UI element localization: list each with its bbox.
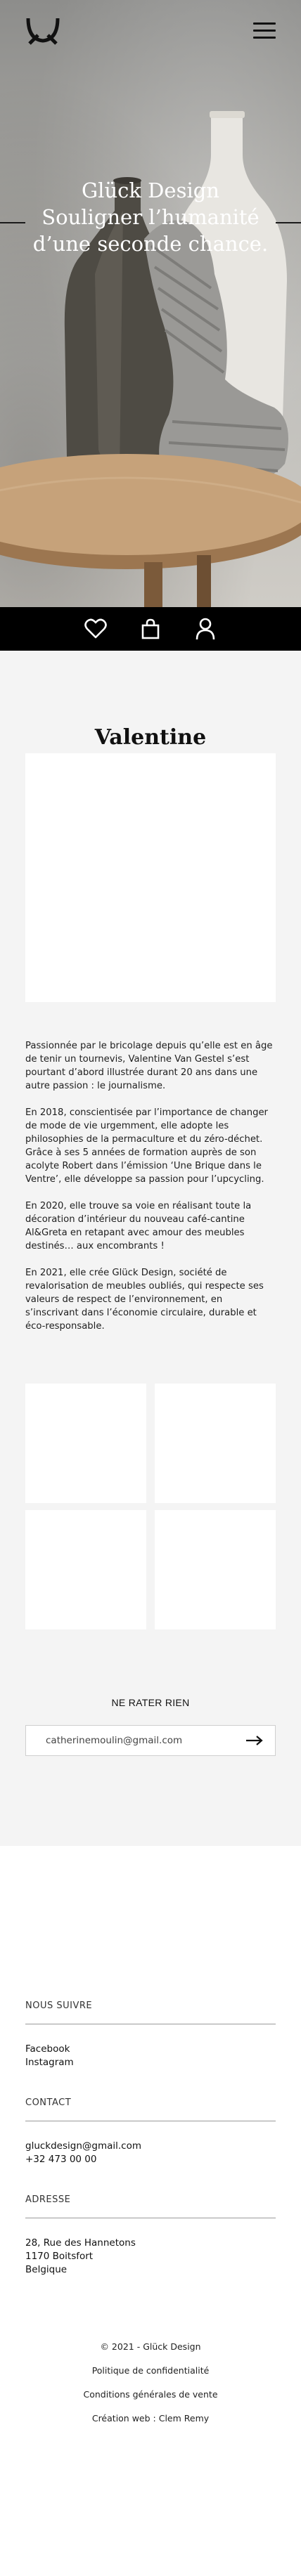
arrow-right-icon[interactable]	[244, 1733, 265, 1748]
gallery-image[interactable]	[155, 1384, 276, 1503]
footer-follow-heading: NOUS SUIVRE	[25, 2001, 276, 2024]
heart-icon[interactable]	[83, 616, 108, 642]
newsletter-title: NE RATER RIEN	[111, 1697, 190, 1708]
hamburger-menu-icon[interactable]	[253, 22, 276, 39]
phone-link[interactable]: +32 473 00 00	[25, 2153, 276, 2166]
address-line: Belgique	[25, 2264, 68, 2275]
footer-address-heading: ADRESSE	[25, 2194, 276, 2218]
about-title: Valentine	[94, 725, 207, 750]
terms-link[interactable]: Conditions générales de vente	[83, 2389, 217, 2400]
footer-address: ADRESSE 28, Rue des Hannetons 1170 Boits…	[25, 2194, 276, 2277]
bio-paragraph: Passionnée par le bricolage depuis qu’el…	[25, 1041, 273, 1091]
menu-bar	[253, 22, 276, 25]
image-gallery	[25, 1384, 276, 1629]
shopping-bag-icon[interactable]	[138, 616, 163, 642]
newsletter-section: NE RATER RIEN	[25, 1697, 276, 1756]
address-line: 1170 Boitsfort	[25, 2251, 94, 2262]
bio-text: Passionnée par le bricolage depuis qu’el…	[25, 1039, 276, 1333]
user-icon[interactable]	[193, 616, 218, 642]
gluck-logo[interactable]	[25, 15, 60, 46]
menu-bar	[253, 37, 276, 39]
icon-toolbar	[0, 607, 301, 651]
bio-paragraph: En 2021, elle crée Glück Design, société…	[25, 1268, 264, 1332]
footer: NOUS SUIVRE Facebook Instagram CONTACT g…	[0, 1846, 301, 2576]
hero-title-line-2: Souligner l’humanité	[41, 205, 260, 229]
portrait-image	[25, 753, 276, 1002]
footer-contact-heading: CONTACT	[25, 2097, 276, 2121]
newsletter-form	[25, 1725, 276, 1756]
privacy-policy-link[interactable]: Politique de confidentialité	[92, 2365, 210, 2376]
gallery-image[interactable]	[25, 1510, 146, 1629]
footer-follow: NOUS SUIVRE Facebook Instagram	[25, 2001, 276, 2069]
bio-paragraph: En 2018, conscientisée par l’importance …	[25, 1107, 268, 1185]
footer-legal: © 2021 - Glück Design Politique de confi…	[25, 2340, 276, 2425]
hero-section: Glück Design Souligner l’humanité d’une …	[0, 0, 301, 607]
copyright: © 2021 - Glück Design	[100, 2341, 201, 2352]
email-link[interactable]: gluckdesign@gmail.com	[25, 2140, 276, 2153]
hero-title-line-1: Glück Design	[82, 178, 219, 202]
hero-title-line-3: d’une seconde chance.	[32, 232, 269, 256]
footer-contact-details: gluckdesign@gmail.com +32 473 00 00	[25, 2140, 276, 2166]
hero-title: Glück Design Souligner l’humanité d’une …	[0, 177, 301, 257]
credit-link[interactable]: Création web : Clem Remy	[92, 2413, 209, 2424]
footer-contact: CONTACT gluckdesign@gmail.com +32 473 00…	[25, 2097, 276, 2166]
menu-bar	[253, 30, 276, 32]
about-section: Valentine Passionnée par le bricolage de…	[0, 651, 301, 1756]
instagram-link[interactable]: Instagram	[25, 2056, 276, 2069]
facebook-link[interactable]: Facebook	[25, 2043, 276, 2056]
newsletter-email-input[interactable]	[46, 1735, 244, 1746]
hero-vases-image	[0, 111, 301, 607]
gallery-image[interactable]	[25, 1384, 146, 1503]
address-line: 28, Rue des Hannetons	[25, 2237, 136, 2249]
footer-social-links: Facebook Instagram	[25, 2043, 276, 2069]
footer-address-details: 28, Rue des Hannetons 1170 Boitsfort Bel…	[25, 2237, 276, 2277]
gallery-image[interactable]	[155, 1510, 276, 1629]
bio-paragraph: En 2020, elle trouve sa voie en réalisan…	[25, 1201, 252, 1251]
